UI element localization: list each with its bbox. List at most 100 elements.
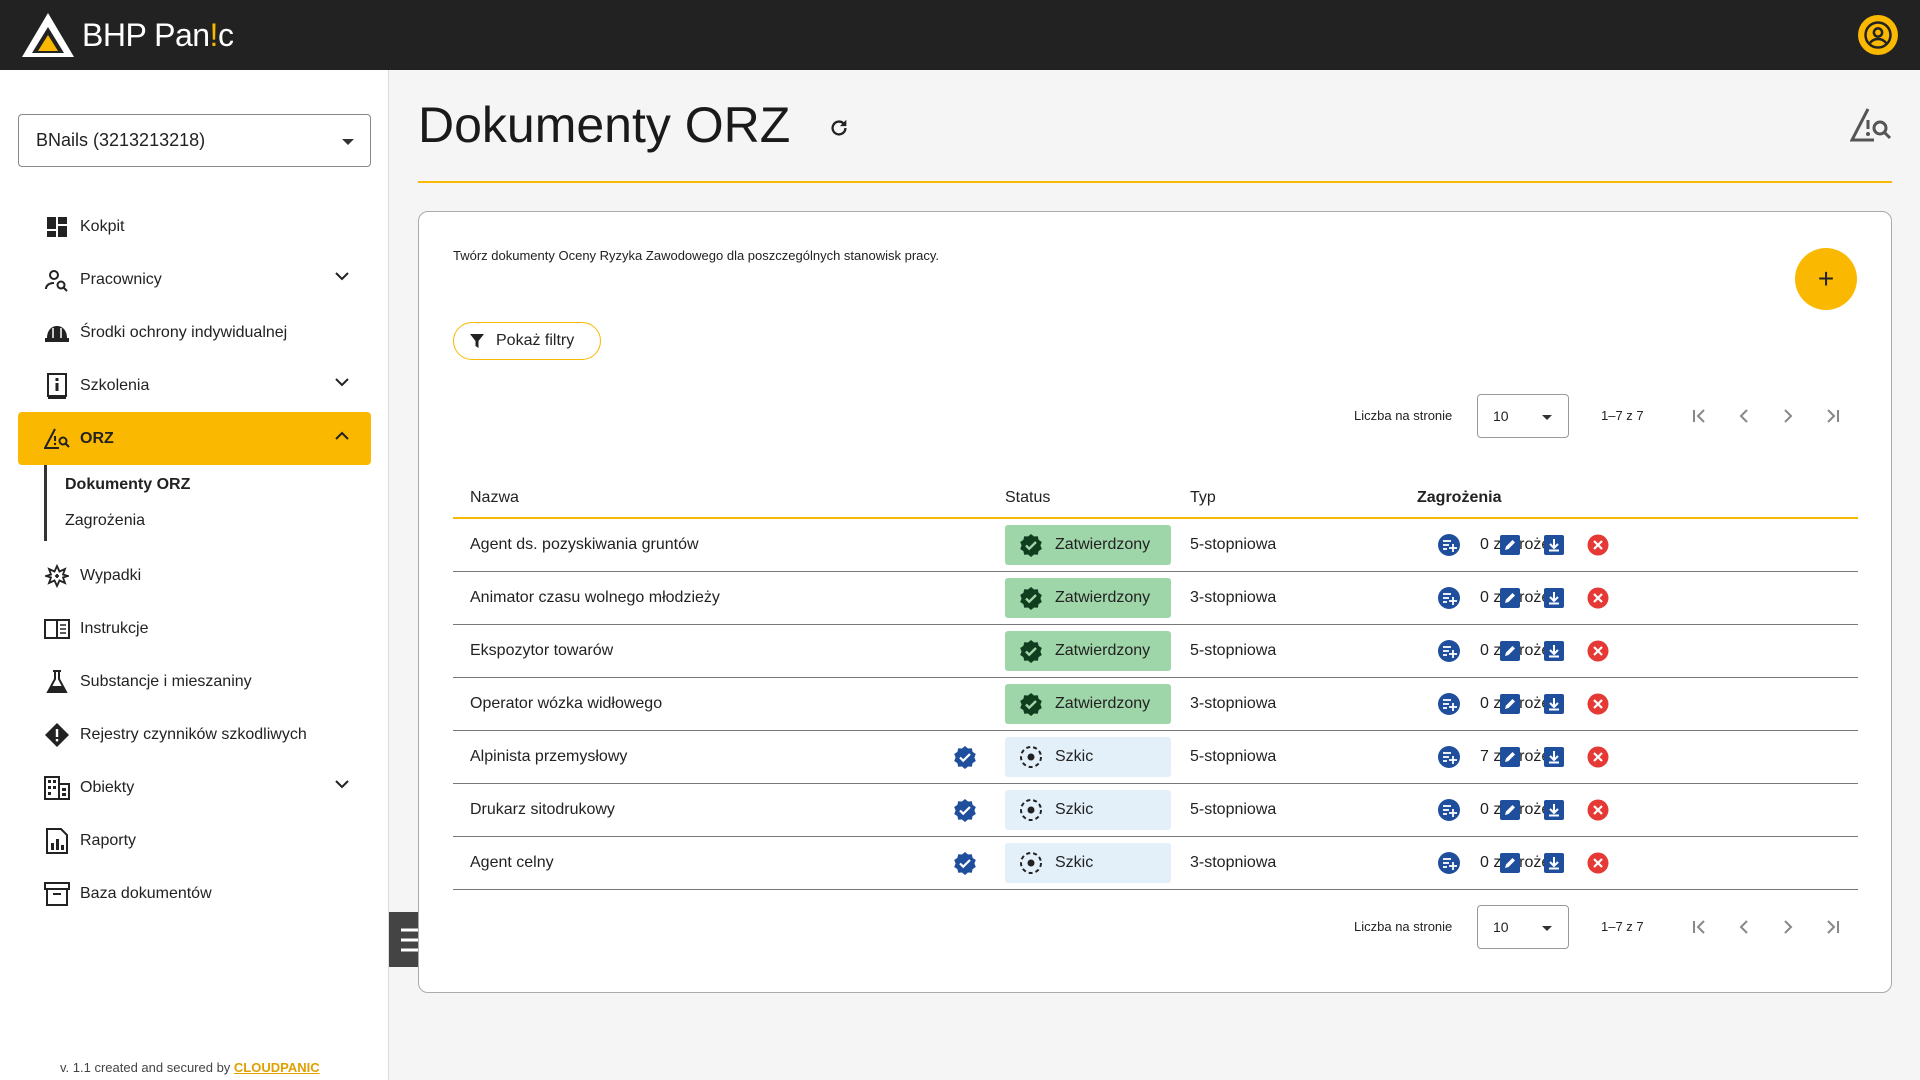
column-header-name[interactable]: Nazwa (470, 489, 519, 507)
column-header-type[interactable]: Typ (1190, 489, 1216, 507)
table-row[interactable]: Alpinista przemysłowy Szkic 5-stopniowa … (453, 731, 1858, 784)
download-icon (1544, 853, 1564, 873)
sidebar-item-szkolenia[interactable]: Szkolenia (18, 359, 371, 412)
column-header-hazards[interactable]: Zagrożenia (1417, 489, 1501, 507)
flask-icon (44, 669, 70, 695)
add-hazard-icon[interactable] (1437, 851, 1461, 880)
download-button[interactable] (1543, 587, 1565, 609)
table-row[interactable]: Agent ds. pozyskiwania gruntów Zatwierdz… (453, 519, 1858, 572)
table-row[interactable]: Ekspozytor towarów Zatwierdzony 5-stopni… (453, 625, 1858, 678)
delete-button[interactable] (1587, 746, 1609, 768)
sidebar-item-rejestry[interactable]: Rejestry czynników szkodliwych (18, 708, 371, 761)
last-page-button[interactable] (1821, 405, 1843, 427)
sidebar-item-wypadki[interactable]: Wypadki (18, 549, 371, 602)
status-badge: Szkic (1005, 790, 1171, 830)
table-row[interactable]: Drukarz sitodrukowy Szkic 5-stopniowa 0 … (453, 784, 1858, 837)
add-hazard-icon[interactable] (1437, 586, 1461, 615)
download-button[interactable] (1543, 852, 1565, 874)
approved-check-icon (1019, 533, 1043, 557)
delete-button[interactable] (1587, 693, 1609, 715)
table-row[interactable]: Agent celny Szkic 3-stopniowa 0 zagrożeń (453, 837, 1858, 890)
per-page-select[interactable]: 10 (1477, 905, 1569, 949)
first-page-icon (1693, 920, 1705, 934)
delete-circle-icon (1587, 799, 1609, 821)
user-account-button[interactable] (1858, 15, 1898, 55)
delete-circle-icon (1587, 534, 1609, 556)
edit-icon (1500, 800, 1520, 820)
delete-button[interactable] (1587, 534, 1609, 556)
row-name: Agent celny (470, 854, 554, 871)
sidebar-item-instrukcje[interactable]: Instrukcje (18, 602, 371, 655)
cloudpanic-link[interactable]: CLOUDPANIC (234, 1060, 320, 1075)
chevron-right-icon (1784, 920, 1793, 934)
add-hazard-icon[interactable] (1437, 533, 1461, 562)
download-icon (1544, 694, 1564, 714)
first-page-button[interactable] (1689, 405, 1711, 427)
edit-button[interactable] (1499, 640, 1521, 662)
previous-page-button[interactable] (1733, 916, 1755, 938)
edit-button[interactable] (1499, 534, 1521, 556)
sidebar-item-pracownicy[interactable]: Pracownicy (18, 253, 371, 306)
orz-subnav: Dokumenty ORZ Zagrożenia (44, 465, 371, 541)
chevron-down-icon (335, 272, 349, 281)
brand-name: BHP Pan!c (82, 16, 234, 53)
edit-button[interactable] (1499, 587, 1521, 609)
previous-page-button[interactable] (1733, 405, 1755, 427)
sidebar-item-kokpit[interactable]: Kokpit (18, 200, 371, 253)
draft-dashed-circle-icon (1019, 851, 1043, 875)
status-label: Szkic (1055, 801, 1094, 818)
edit-button[interactable] (1499, 799, 1521, 821)
add-hazard-icon[interactable] (1437, 639, 1461, 668)
row-type: 5-stopniowa (1190, 801, 1277, 818)
draft-dashed-circle-icon (1019, 745, 1043, 769)
title-divider (418, 181, 1892, 183)
per-page-select[interactable]: 10 (1477, 394, 1569, 438)
download-icon (1544, 747, 1564, 767)
delete-button[interactable] (1587, 852, 1609, 874)
sidebar-subitem-zagrozenia[interactable]: Zagrożenia (47, 503, 371, 539)
first-page-button[interactable] (1689, 916, 1711, 938)
add-document-button[interactable]: + (1795, 248, 1857, 310)
delete-button[interactable] (1587, 640, 1609, 662)
version-footer: v. 1.1 created and secured by CLOUDPANIC (60, 1060, 320, 1075)
download-button[interactable] (1543, 640, 1565, 662)
sidebar-item-obiekty[interactable]: Obiekty (18, 761, 371, 814)
sidebar-item-srodki-ochrony[interactable]: Środki ochrony indywidualnej (18, 306, 371, 359)
add-hazard-icon[interactable] (1437, 798, 1461, 827)
edit-button[interactable] (1499, 852, 1521, 874)
download-button[interactable] (1543, 534, 1565, 556)
row-type: 3-stopniowa (1190, 695, 1277, 712)
caret-down-icon (1542, 415, 1552, 420)
next-page-button[interactable] (1777, 405, 1799, 427)
page-range: 1–7 z 7 (1601, 408, 1644, 423)
add-hazard-icon[interactable] (1437, 745, 1461, 774)
alert-diamond-icon (44, 722, 70, 748)
add-hazard-icon[interactable] (1437, 692, 1461, 721)
sidebar-item-baza-dokumentow[interactable]: Baza dokumentów (18, 867, 371, 920)
next-page-button[interactable] (1777, 916, 1799, 938)
sidebar-item-substancje[interactable]: Substancje i mieszaniny (18, 655, 371, 708)
show-filters-button[interactable]: Pokaż filtry (453, 322, 601, 360)
download-button[interactable] (1543, 746, 1565, 768)
download-button[interactable] (1543, 693, 1565, 715)
status-label: Szkic (1055, 854, 1094, 871)
sidebar-subitem-dokumenty-orz[interactable]: Dokumenty ORZ (47, 467, 371, 503)
download-button[interactable] (1543, 799, 1565, 821)
column-header-status[interactable]: Status (1005, 489, 1050, 507)
chevron-up-icon (335, 431, 349, 440)
app-logo[interactable]: BHP Pan!c (20, 11, 234, 59)
refresh-icon[interactable] (828, 117, 850, 144)
table-row[interactable]: Operator wózka widłowego Zatwierdzony 3-… (453, 678, 1858, 731)
edit-icon (1500, 535, 1520, 555)
edit-button[interactable] (1499, 693, 1521, 715)
edit-button[interactable] (1499, 746, 1521, 768)
row-type: 3-stopniowa (1190, 589, 1277, 606)
delete-button[interactable] (1587, 587, 1609, 609)
chevron-left-icon (1739, 920, 1748, 934)
company-select[interactable]: BNails (3213213218) (18, 114, 371, 167)
last-page-button[interactable] (1821, 916, 1843, 938)
delete-button[interactable] (1587, 799, 1609, 821)
table-row[interactable]: Animator czasu wolnego młodzieży Zatwier… (453, 572, 1858, 625)
sidebar-item-orz[interactable]: ORZ (18, 412, 371, 465)
sidebar-item-raporty[interactable]: Raporty (18, 814, 371, 867)
